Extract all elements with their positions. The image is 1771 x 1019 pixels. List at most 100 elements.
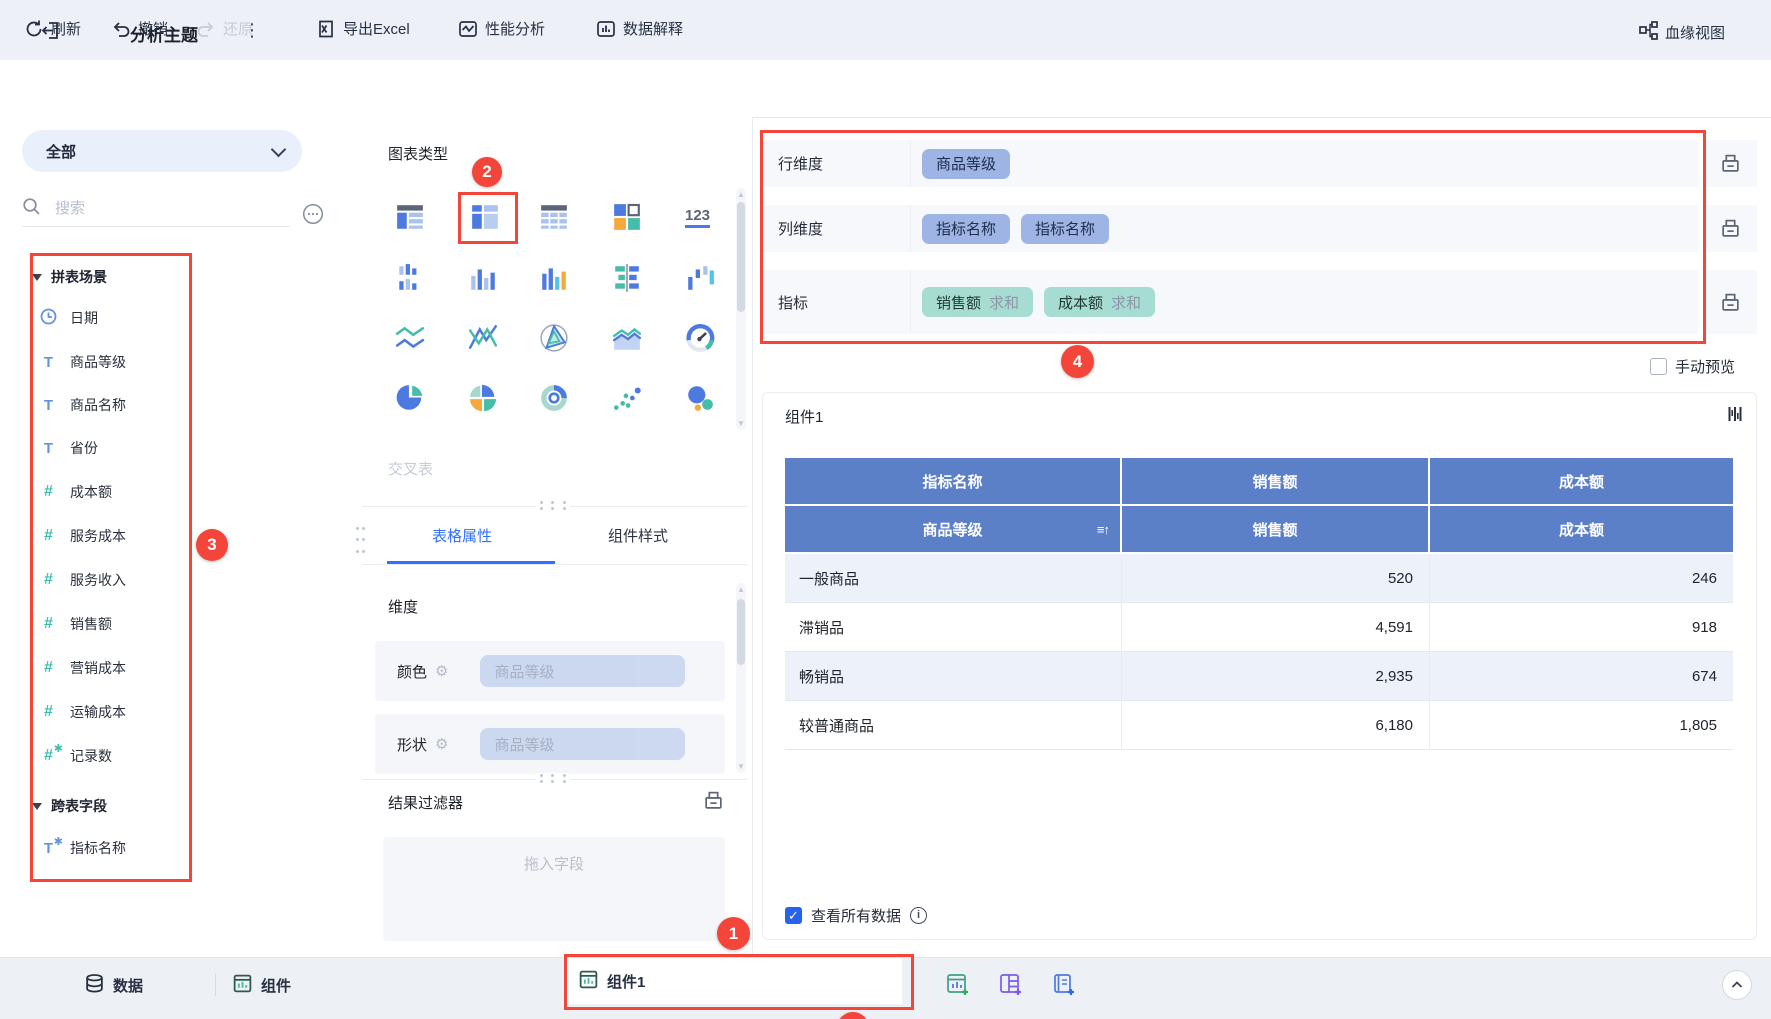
chart-type-multi-pie-icon[interactable] [468, 383, 498, 413]
row-dimension-shelf[interactable]: 行维度 商品等级 [762, 140, 1698, 187]
filter-drop-zone[interactable]: 拖入字段 [383, 837, 725, 941]
pill-metric-name[interactable]: 指标名称 [1021, 213, 1110, 244]
search-more-icon[interactable] [302, 203, 324, 228]
sort-icon[interactable]: ≡↑ [1097, 522, 1110, 537]
chart-type-combo-line-icon[interactable] [468, 323, 498, 353]
scrollbar[interactable]: ▲ ▼ [736, 188, 746, 430]
scroll-down-icon[interactable]: ▼ [736, 762, 746, 771]
tab-component[interactable]: 组件 [232, 972, 291, 998]
field-item-product-grade[interactable]: T 商品等级 [40, 347, 240, 377]
performance-analysis-button[interactable]: 性能分析 [458, 0, 545, 57]
chart-type-pie-icon[interactable] [395, 383, 425, 413]
chart-switch-icon[interactable] [1726, 404, 1746, 427]
chart-type-detail-table-icon[interactable] [395, 202, 425, 232]
pill-sales-sum[interactable]: 销售额 求和 [922, 287, 1034, 317]
field-group-cross-table[interactable]: 跨表字段 [32, 791, 232, 821]
drag-handle[interactable] [536, 773, 570, 784]
chart-type-radar-icon[interactable] [539, 323, 569, 353]
field-item-sales-amount[interactable]: # 销售额 [40, 609, 240, 639]
scroll-up-icon[interactable]: ▲ [736, 190, 746, 199]
add-dashboard-icon[interactable] [998, 972, 1024, 998]
lineage-view-button[interactable]: 血缘视图 [1665, 22, 1725, 43]
scrollbar[interactable]: ▲ ▼ [736, 583, 746, 773]
table-scope-dropdown[interactable]: 全部 [22, 130, 302, 172]
field-item-transport-cost[interactable]: # 运输成本 [40, 697, 240, 727]
add-component-icon[interactable] [945, 972, 971, 998]
view-all-data-control[interactable]: ✓ 查看所有数据 i [785, 905, 928, 926]
table-row[interactable]: 滞销品 4,591 918 [785, 603, 1733, 652]
field-item-marketing-cost[interactable]: # 营销成本 [40, 653, 240, 683]
shelf-lock-icon[interactable] [1704, 205, 1757, 252]
tab-data[interactable]: 数据 [84, 972, 143, 998]
tab-widget1-active[interactable]: 组件1 [566, 958, 902, 1004]
chart-type-donut-icon[interactable] [539, 383, 569, 413]
chart-type-line-icon[interactable] [395, 323, 425, 353]
chart-type-grouped-bar-icon[interactable] [395, 263, 425, 293]
chart-type-waterfall-icon[interactable] [685, 263, 715, 293]
data-explain-button[interactable]: 数据解释 [596, 0, 683, 57]
color-pill[interactable]: 商品等级 [480, 655, 686, 687]
field-item-metric-name[interactable]: T ✱ 指标名称 [40, 833, 240, 863]
tab-component-style[interactable]: 组件样式 [608, 525, 668, 546]
pill-metric-name[interactable]: 指标名称 [922, 213, 1011, 244]
export-excel-button[interactable]: 导出Excel [316, 0, 410, 57]
app-header [0, 0, 1771, 61]
table-row[interactable]: 较普通商品 6,180 1,805 [785, 701, 1733, 750]
header-cost-sub[interactable]: 成本额 [1430, 506, 1733, 554]
chart-type-column-icon[interactable] [468, 263, 498, 293]
measure-shelf[interactable]: 指标 销售额 求和 成本额 求和 [762, 270, 1698, 334]
chart-type-scatter-icon[interactable] [612, 383, 642, 413]
field-item-record-count[interactable]: # ✱ 记录数 [40, 741, 240, 771]
column-dimension-shelf[interactable]: 列维度 指标名称 指标名称 [762, 205, 1698, 252]
collapse-panel-button[interactable] [1722, 970, 1752, 1000]
scroll-down-icon[interactable]: ▼ [736, 419, 746, 428]
field-item-province[interactable]: T 省份 [40, 433, 240, 463]
redo-button[interactable]: 还原 [196, 0, 253, 57]
field-item-date[interactable]: 日期 [40, 303, 240, 333]
chart-type-cross-table-icon[interactable] [539, 202, 569, 232]
pill-cost-sum[interactable]: 成本额 求和 [1044, 287, 1156, 317]
header-metric-name[interactable]: 指标名称 [785, 458, 1122, 506]
chart-type-group-table-icon[interactable] [470, 202, 500, 232]
gear-icon[interactable]: ⚙ [435, 735, 448, 753]
pill-product-grade[interactable]: 商品等级 [922, 148, 1011, 179]
search-input[interactable] [53, 198, 237, 218]
view-all-data-checkbox[interactable]: ✓ [785, 907, 802, 924]
undo-button[interactable]: 撤销 [111, 0, 168, 57]
chart-type-kpi-card-icon[interactable]: 123 [685, 207, 711, 228]
table-row[interactable]: 一般商品 520 246 [785, 554, 1733, 603]
field-group-joined-tables[interactable]: 拼表场景 [32, 262, 232, 292]
manual-preview-checkbox[interactable] [1650, 358, 1667, 375]
chart-type-area-icon[interactable] [612, 323, 642, 353]
header-sales-sub[interactable]: 销售额 [1122, 506, 1430, 554]
add-report-icon[interactable] [1051, 972, 1077, 998]
table-row[interactable]: 畅销品 2,935 674 [785, 652, 1733, 701]
chart-type-multicolor-column-icon[interactable] [539, 263, 569, 293]
shelf-lock-icon[interactable] [1704, 140, 1757, 187]
header-product-grade[interactable]: 商品等级 ≡↑ [785, 506, 1122, 554]
header-cost[interactable]: 成本额 [1430, 458, 1733, 506]
shape-pill[interactable]: 商品等级 [480, 728, 686, 760]
field-item-cost-amount[interactable]: # 成本额 [40, 477, 240, 507]
panel-resize-handle[interactable] [355, 523, 366, 557]
field-item-service-income[interactable]: # 服务收入 [40, 565, 240, 595]
tab-table-properties[interactable]: 表格属性 [432, 525, 492, 546]
drag-handle[interactable] [536, 500, 570, 511]
scrollbar-thumb[interactable] [737, 202, 745, 312]
manual-preview-control[interactable]: 手动预览 [1650, 356, 1735, 377]
chart-type-gauge-icon[interactable] [685, 323, 715, 353]
field-item-product-name[interactable]: T 商品名称 [40, 390, 240, 420]
scroll-up-icon[interactable]: ▲ [736, 585, 746, 594]
filter-lock-icon[interactable] [703, 790, 724, 814]
lineage-icon[interactable] [1638, 20, 1659, 44]
header-sales[interactable]: 销售额 [1122, 458, 1430, 506]
number-field-icon: # [44, 527, 53, 544]
shelf-lock-icon[interactable] [1704, 270, 1757, 334]
chart-type-bidirectional-bar-icon[interactable] [612, 263, 642, 293]
chart-type-kpi-grid-icon[interactable] [612, 202, 642, 232]
chart-type-bubble-icon[interactable] [685, 383, 715, 413]
gear-icon[interactable]: ⚙ [435, 662, 448, 680]
info-icon[interactable]: i [910, 907, 928, 924]
refresh-button[interactable]: 刷新 [24, 0, 81, 57]
scrollbar-thumb[interactable] [737, 599, 745, 665]
